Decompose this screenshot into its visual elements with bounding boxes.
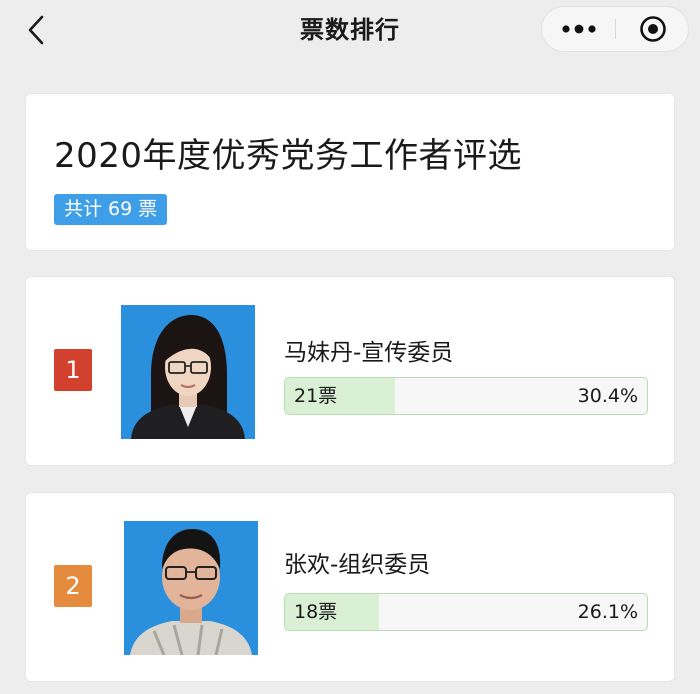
candidate-photo-image [124, 521, 258, 655]
capsule-divider [615, 19, 616, 39]
more-dots-icon [562, 24, 596, 34]
candidate-photo[interactable] [124, 521, 258, 655]
rank-badge: 2 [54, 565, 92, 607]
nav-bar: 票数排行 [0, 0, 700, 64]
candidate-photo[interactable] [121, 305, 255, 439]
candidate-card[interactable]: 2 张欢-组织委员 18票 26.1% [25, 492, 675, 682]
target-close-icon [640, 16, 666, 42]
candidate-photo-image [121, 305, 255, 439]
vote-progress-bar: 18票 26.1% [284, 593, 648, 631]
total-votes-badge: 共计 69 票 [54, 194, 168, 225]
mini-program-capsule [541, 6, 689, 52]
vote-percent: 26.1% [577, 601, 638, 623]
poll-title: 2020年度优秀党务工作者评选 [54, 136, 523, 176]
rank-badge: 1 [54, 349, 92, 391]
vote-count: 18票 [294, 601, 338, 623]
vote-count: 21票 [294, 385, 338, 407]
vote-percent: 30.4% [577, 385, 638, 407]
candidate-card[interactable]: 1 马妹丹-宣传委员 21票 30.4% [25, 276, 675, 466]
close-button[interactable] [617, 7, 689, 51]
poll-header-card: 2020年度优秀党务工作者评选 共计 69 票 [25, 93, 675, 251]
vote-progress-bar: 21票 30.4% [284, 377, 648, 415]
candidate-name: 马妹丹-宣传委员 [284, 340, 454, 366]
more-button[interactable] [542, 7, 616, 51]
candidate-name: 张欢-组织委员 [284, 552, 431, 578]
